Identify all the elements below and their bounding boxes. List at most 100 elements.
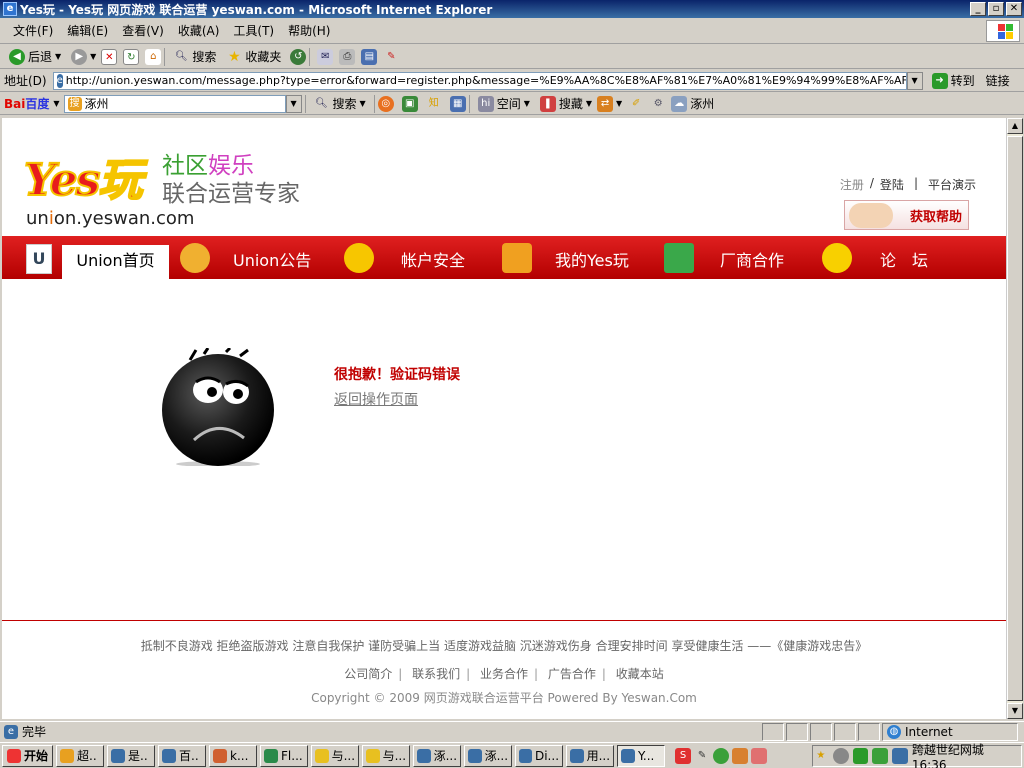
login-link[interactable]: 登陆 — [880, 176, 904, 193]
zhidao-icon[interactable]: 知 — [426, 96, 442, 112]
main-nav: U Union首页 Union公告 帐户安全 我的Yes玩 厂商合作 论 坛 — [2, 236, 1006, 279]
baidu-search-button[interactable]: 🔍︎ 搜索 ▼ — [309, 95, 371, 112]
register-link[interactable]: 注册 — [840, 176, 864, 193]
edit-icon[interactable]: ▤ — [361, 48, 378, 65]
windows-flag-icon — [7, 748, 21, 763]
status-cell — [858, 722, 880, 741]
baidu-search-input[interactable]: 搜 涿州 — [63, 94, 286, 113]
nav-my-yeswan[interactable]: 我的Yes玩 — [555, 245, 629, 279]
menu-view[interactable]: 查看(V) — [115, 22, 171, 39]
messenger-icon[interactable]: ✎ — [383, 49, 399, 65]
back-label: 后退 — [28, 50, 53, 64]
nav-home[interactable]: Union首页 — [62, 245, 169, 279]
pen-icon[interactable]: ✎ — [694, 748, 710, 764]
vertical-scrollbar[interactable]: ▲ ▼ — [1006, 118, 1023, 719]
taskbar-item-label: k... — [230, 748, 249, 763]
forward-button[interactable]: ▶ ▼ — [66, 48, 101, 65]
links-label[interactable]: 链接 — [986, 72, 1010, 89]
collect-button[interactable]: ❚ 搜藏 ▼ — [535, 95, 597, 112]
search-button[interactable]: 🔍︎ 搜索 — [168, 48, 221, 65]
refresh-icon[interactable]: ↻ — [123, 48, 140, 65]
taskbar-item[interactable]: k... — [209, 744, 258, 767]
menu-help[interactable]: 帮助(H) — [281, 22, 337, 39]
image-icon[interactable]: ▣ — [401, 95, 418, 112]
favorites-button[interactable]: ★ 收藏夹 — [221, 48, 286, 65]
taskbar-item[interactable]: 用... — [566, 744, 615, 767]
app-icon[interactable] — [751, 747, 768, 764]
taskbar-item[interactable]: 涿... — [413, 744, 462, 767]
menu-file[interactable]: 文件(F) — [6, 22, 60, 39]
footer-link-about[interactable]: 公司简介 — [344, 667, 392, 681]
stop-icon[interactable]: ✕ — [101, 48, 118, 65]
taskbar-item[interactable]: Fl... — [260, 744, 309, 767]
footer-link-ads[interactable]: 广告合作 — [548, 667, 596, 681]
address-input[interactable]: e http://union.yeswan.com/message.php?ty… — [52, 71, 907, 90]
nav-account-security[interactable]: 帐户安全 — [401, 245, 465, 279]
back-button[interactable]: ◀ 后退 ▼ — [4, 48, 66, 65]
target-icon[interactable]: ◎ — [377, 95, 394, 112]
app-icon[interactable] — [713, 747, 730, 764]
highlighter-icon[interactable]: ✐ — [628, 96, 644, 112]
sogou-icon[interactable]: S — [675, 747, 692, 764]
menu-edit[interactable]: 编辑(E) — [60, 22, 115, 39]
menu-favorites[interactable]: 收藏(A) — [171, 22, 227, 39]
nav-announcements[interactable]: Union公告 — [233, 245, 311, 279]
footer-link-contact[interactable]: 联系我们 — [412, 667, 460, 681]
star-icon[interactable]: ★ — [813, 748, 829, 764]
ie-icon — [621, 748, 636, 763]
back-to-page-link[interactable]: 返回操作页面 — [334, 389, 418, 409]
space-button[interactable]: hi 空间 ▼ — [473, 95, 535, 112]
go-arrow-icon: ➜ — [931, 72, 948, 89]
demo-link[interactable]: 平台演示 — [928, 176, 976, 193]
restore-button[interactable]: ▫ — [988, 2, 1004, 16]
history-icon[interactable]: ↺ — [290, 48, 307, 65]
scroll-thumb[interactable] — [1007, 136, 1023, 701]
taskbar-item[interactable]: 超.. — [56, 744, 105, 767]
taskbar-item[interactable]: 是.. — [107, 744, 156, 767]
menu-tools[interactable]: 工具(T) — [226, 22, 281, 39]
translate-icon[interactable]: ⇄ — [597, 95, 614, 112]
app-icon — [60, 748, 75, 763]
close-button[interactable]: ✕ — [1006, 2, 1022, 16]
tray-icon[interactable] — [832, 748, 849, 764]
baidu-dropdown[interactable]: ▼ — [285, 94, 302, 113]
weather-button[interactable]: ☁ 涿州 — [666, 95, 719, 112]
taskbar-item[interactable]: 与... — [311, 744, 360, 767]
address-dropdown[interactable]: ▼ — [906, 71, 923, 90]
logo-text: Yes玩 — [23, 154, 143, 207]
status-cell — [834, 722, 856, 741]
baidu-logo[interactable]: Bai百度 — [4, 95, 49, 112]
home-icon[interactable]: ⌂ — [145, 48, 162, 65]
health-advice: 抵制不良游戏 拒绝盗版游戏 注意自我保护 谨防受骗上当 适度游戏益脑 沉迷游戏伤… — [140, 639, 868, 653]
chevron-down-icon[interactable]: ▼ — [53, 99, 59, 108]
print-icon[interactable]: ⎙ — [339, 48, 356, 65]
address-bar: 地址(D) e http://union.yeswan.com/message.… — [0, 70, 1024, 92]
union-logo-icon: U — [26, 244, 52, 274]
scroll-down-icon[interactable]: ▼ — [1007, 703, 1023, 719]
taskbar-item-active[interactable]: Y... — [617, 744, 666, 767]
start-button[interactable]: 开始 — [2, 744, 54, 767]
minimize-button[interactable]: _ — [970, 2, 986, 16]
shield-icon[interactable] — [872, 748, 889, 764]
footer-link-bookmark[interactable]: 收藏本站 — [616, 667, 664, 681]
nav-forum[interactable]: 论 坛 — [880, 245, 928, 279]
taskbar-item[interactable]: Di... — [515, 744, 564, 767]
taskbar-item[interactable]: 百.. — [158, 744, 207, 767]
chevron-down-icon[interactable]: ▼ — [616, 99, 622, 108]
tray-icon[interactable] — [852, 748, 869, 764]
go-button[interactable]: ➜ 转到 — [927, 72, 980, 89]
get-help-button[interactable]: 获取帮助 — [844, 200, 969, 230]
taskbar-item-label: 超.. — [77, 749, 97, 763]
taskbar-item[interactable]: 涿... — [464, 744, 513, 767]
app-icon[interactable] — [732, 747, 749, 764]
scroll-up-icon[interactable]: ▲ — [1007, 118, 1023, 134]
network-icon[interactable] — [892, 748, 908, 764]
taskbar-item[interactable]: 与... — [362, 744, 411, 767]
site-logo[interactable]: Yes玩 社区娱乐 联合运营专家 — [23, 144, 300, 208]
news-icon[interactable]: ▦ — [449, 95, 466, 112]
mail-icon[interactable]: ✉ — [317, 48, 334, 65]
chevron-down-icon: ▼ — [359, 99, 366, 108]
gear-icon[interactable]: ⚙ — [650, 96, 666, 112]
nav-partners[interactable]: 厂商合作 — [720, 245, 784, 279]
footer-link-business[interactable]: 业务合作 — [480, 667, 528, 681]
